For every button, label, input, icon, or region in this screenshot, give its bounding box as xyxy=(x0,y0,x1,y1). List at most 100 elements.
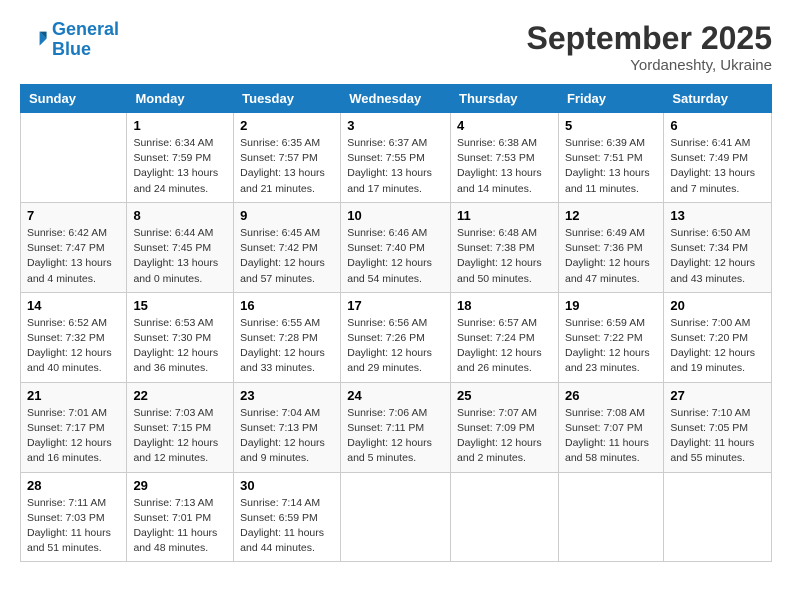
day-info: Sunrise: 6:52 AMSunset: 7:32 PMDaylight:… xyxy=(27,316,120,377)
day-info: Sunrise: 6:59 AMSunset: 7:22 PMDaylight:… xyxy=(565,316,657,377)
day-number: 27 xyxy=(670,388,765,403)
day-number: 23 xyxy=(240,388,334,403)
calendar-cell: 24Sunrise: 7:06 AMSunset: 7:11 PMDayligh… xyxy=(341,382,451,472)
calendar-cell xyxy=(664,472,772,562)
day-info: Sunrise: 7:07 AMSunset: 7:09 PMDaylight:… xyxy=(457,406,552,467)
month-title: September 2025 xyxy=(527,20,772,57)
day-info: Sunrise: 7:04 AMSunset: 7:13 PMDaylight:… xyxy=(240,406,334,467)
weekday-header: Thursday xyxy=(451,85,559,113)
day-number: 14 xyxy=(27,298,120,313)
day-number: 8 xyxy=(133,208,227,223)
calendar-cell: 19Sunrise: 6:59 AMSunset: 7:22 PMDayligh… xyxy=(558,292,663,382)
day-info: Sunrise: 6:57 AMSunset: 7:24 PMDaylight:… xyxy=(457,316,552,377)
calendar-cell: 9 Sunrise: 6:45 AMSunset: 7:42 PMDaylight… xyxy=(234,202,341,292)
day-number: 3 xyxy=(347,118,444,133)
calendar-cell: 21 Sunrise: 7:01 AMSunset: 7:17 PMDayligh… xyxy=(21,382,127,472)
logo-text: General Blue xyxy=(52,20,119,60)
day-number: 4 xyxy=(457,118,552,133)
weekday-header: Saturday xyxy=(664,85,772,113)
day-number: 28 xyxy=(27,478,120,493)
calendar-cell: 3 Sunrise: 6:37 AMSunset: 7:55 PMDaylight… xyxy=(341,113,451,203)
day-info: Sunrise: 7:11 AMSunset: 7:03 PMDaylight:… xyxy=(27,496,120,557)
calendar-cell xyxy=(341,472,451,562)
day-info: Sunrise: 6:50 AMSunset: 7:34 PMDaylight:… xyxy=(670,226,765,287)
day-number: 15 xyxy=(133,298,227,313)
day-number: 16 xyxy=(240,298,334,313)
day-info: Sunrise: 7:00 AMSunset: 7:20 PMDaylight:… xyxy=(670,316,765,377)
day-info: Sunrise: 6:44 AMSunset: 7:45 PMDaylight:… xyxy=(133,226,227,287)
calendar-cell: 17Sunrise: 6:56 AMSunset: 7:26 PMDayligh… xyxy=(341,292,451,382)
weekday-header-row: SundayMondayTuesdayWednesdayThursdayFrid… xyxy=(21,85,772,113)
day-number: 11 xyxy=(457,208,552,223)
day-number: 2 xyxy=(240,118,334,133)
logo: General Blue xyxy=(20,20,119,60)
logo-icon xyxy=(20,26,48,54)
day-info: Sunrise: 6:38 AMSunset: 7:53 PMDaylight:… xyxy=(457,136,552,197)
day-info: Sunrise: 7:08 AMSunset: 7:07 PMDaylight:… xyxy=(565,406,657,467)
day-info: Sunrise: 6:46 AMSunset: 7:40 PMDaylight:… xyxy=(347,226,444,287)
calendar-cell: 12Sunrise: 6:49 AMSunset: 7:36 PMDayligh… xyxy=(558,202,663,292)
day-info: Sunrise: 6:45 AMSunset: 7:42 PMDaylight:… xyxy=(240,226,334,287)
calendar-cell: 29Sunrise: 7:13 AMSunset: 7:01 PMDayligh… xyxy=(127,472,234,562)
calendar-cell xyxy=(21,113,127,203)
calendar-week-row: 21 Sunrise: 7:01 AMSunset: 7:17 PMDayligh… xyxy=(21,382,772,472)
day-info: Sunrise: 6:53 AMSunset: 7:30 PMDaylight:… xyxy=(133,316,227,377)
calendar-cell: 11 Sunrise: 6:48 AMSunset: 7:38 PMDayligh… xyxy=(451,202,559,292)
day-info: Sunrise: 6:34 AMSunset: 7:59 PMDaylight:… xyxy=(133,136,227,197)
calendar-cell: 6 Sunrise: 6:41 AMSunset: 7:49 PMDaylight… xyxy=(664,113,772,203)
weekday-header: Friday xyxy=(558,85,663,113)
day-info: Sunrise: 6:37 AMSunset: 7:55 PMDaylight:… xyxy=(347,136,444,197)
calendar-week-row: 14 Sunrise: 6:52 AMSunset: 7:32 PMDayligh… xyxy=(21,292,772,382)
calendar-cell: 8 Sunrise: 6:44 AMSunset: 7:45 PMDaylight… xyxy=(127,202,234,292)
page-header: General Blue September 2025 Yordaneshty,… xyxy=(20,20,772,74)
location-subtitle: Yordaneshty, Ukraine xyxy=(527,57,772,74)
day-number: 24 xyxy=(347,388,444,403)
weekday-header: Wednesday xyxy=(341,85,451,113)
calendar-cell: 14 Sunrise: 6:52 AMSunset: 7:32 PMDayligh… xyxy=(21,292,127,382)
calendar-cell: 1 Sunrise: 6:34 AMSunset: 7:59 PMDaylight… xyxy=(127,113,234,203)
day-number: 21 xyxy=(27,388,120,403)
calendar-cell: 26 Sunrise: 7:08 AMSunset: 7:07 PMDayligh… xyxy=(558,382,663,472)
calendar-cell: 22Sunrise: 7:03 AMSunset: 7:15 PMDayligh… xyxy=(127,382,234,472)
day-number: 17 xyxy=(347,298,444,313)
calendar-cell: 23 Sunrise: 7:04 AMSunset: 7:13 PMDayligh… xyxy=(234,382,341,472)
day-number: 9 xyxy=(240,208,334,223)
day-info: Sunrise: 7:13 AMSunset: 7:01 PMDaylight:… xyxy=(133,496,227,557)
day-info: Sunrise: 7:10 AMSunset: 7:05 PMDaylight:… xyxy=(670,406,765,467)
calendar-cell: 2 Sunrise: 6:35 AMSunset: 7:57 PMDaylight… xyxy=(234,113,341,203)
day-info: Sunrise: 7:01 AMSunset: 7:17 PMDaylight:… xyxy=(27,406,120,467)
day-info: Sunrise: 6:55 AMSunset: 7:28 PMDaylight:… xyxy=(240,316,334,377)
logo-general: General xyxy=(52,19,119,39)
calendar-cell: 28 Sunrise: 7:11 AMSunset: 7:03 PMDayligh… xyxy=(21,472,127,562)
day-info: Sunrise: 6:35 AMSunset: 7:57 PMDaylight:… xyxy=(240,136,334,197)
day-number: 25 xyxy=(457,388,552,403)
calendar-table: SundayMondayTuesdayWednesdayThursdayFrid… xyxy=(20,84,772,562)
calendar-cell: 25 Sunrise: 7:07 AMSunset: 7:09 PMDayligh… xyxy=(451,382,559,472)
day-info: Sunrise: 6:48 AMSunset: 7:38 PMDaylight:… xyxy=(457,226,552,287)
calendar-cell: 27 Sunrise: 7:10 AMSunset: 7:05 PMDayligh… xyxy=(664,382,772,472)
day-number: 7 xyxy=(27,208,120,223)
day-info: Sunrise: 6:41 AMSunset: 7:49 PMDaylight:… xyxy=(670,136,765,197)
calendar-cell: 13Sunrise: 6:50 AMSunset: 7:34 PMDayligh… xyxy=(664,202,772,292)
day-number: 26 xyxy=(565,388,657,403)
day-info: Sunrise: 6:39 AMSunset: 7:51 PMDaylight:… xyxy=(565,136,657,197)
calendar-cell: 4 Sunrise: 6:38 AMSunset: 7:53 PMDaylight… xyxy=(451,113,559,203)
calendar-cell: 10Sunrise: 6:46 AMSunset: 7:40 PMDayligh… xyxy=(341,202,451,292)
day-number: 30 xyxy=(240,478,334,493)
calendar-cell: 5 Sunrise: 6:39 AMSunset: 7:51 PMDaylight… xyxy=(558,113,663,203)
day-number: 18 xyxy=(457,298,552,313)
calendar-cell: 18 Sunrise: 6:57 AMSunset: 7:24 PMDayligh… xyxy=(451,292,559,382)
logo-blue: Blue xyxy=(52,39,91,59)
day-number: 5 xyxy=(565,118,657,133)
day-info: Sunrise: 6:42 AMSunset: 7:47 PMDaylight:… xyxy=(27,226,120,287)
calendar-cell: 30 Sunrise: 7:14 AMSunset: 6:59 PMDayligh… xyxy=(234,472,341,562)
day-number: 6 xyxy=(670,118,765,133)
day-info: Sunrise: 7:14 AMSunset: 6:59 PMDaylight:… xyxy=(240,496,334,557)
calendar-cell xyxy=(558,472,663,562)
calendar-week-row: 28 Sunrise: 7:11 AMSunset: 7:03 PMDayligh… xyxy=(21,472,772,562)
weekday-header: Sunday xyxy=(21,85,127,113)
day-number: 1 xyxy=(133,118,227,133)
weekday-header: Monday xyxy=(127,85,234,113)
day-number: 22 xyxy=(133,388,227,403)
calendar-week-row: 1 Sunrise: 6:34 AMSunset: 7:59 PMDaylight… xyxy=(21,113,772,203)
